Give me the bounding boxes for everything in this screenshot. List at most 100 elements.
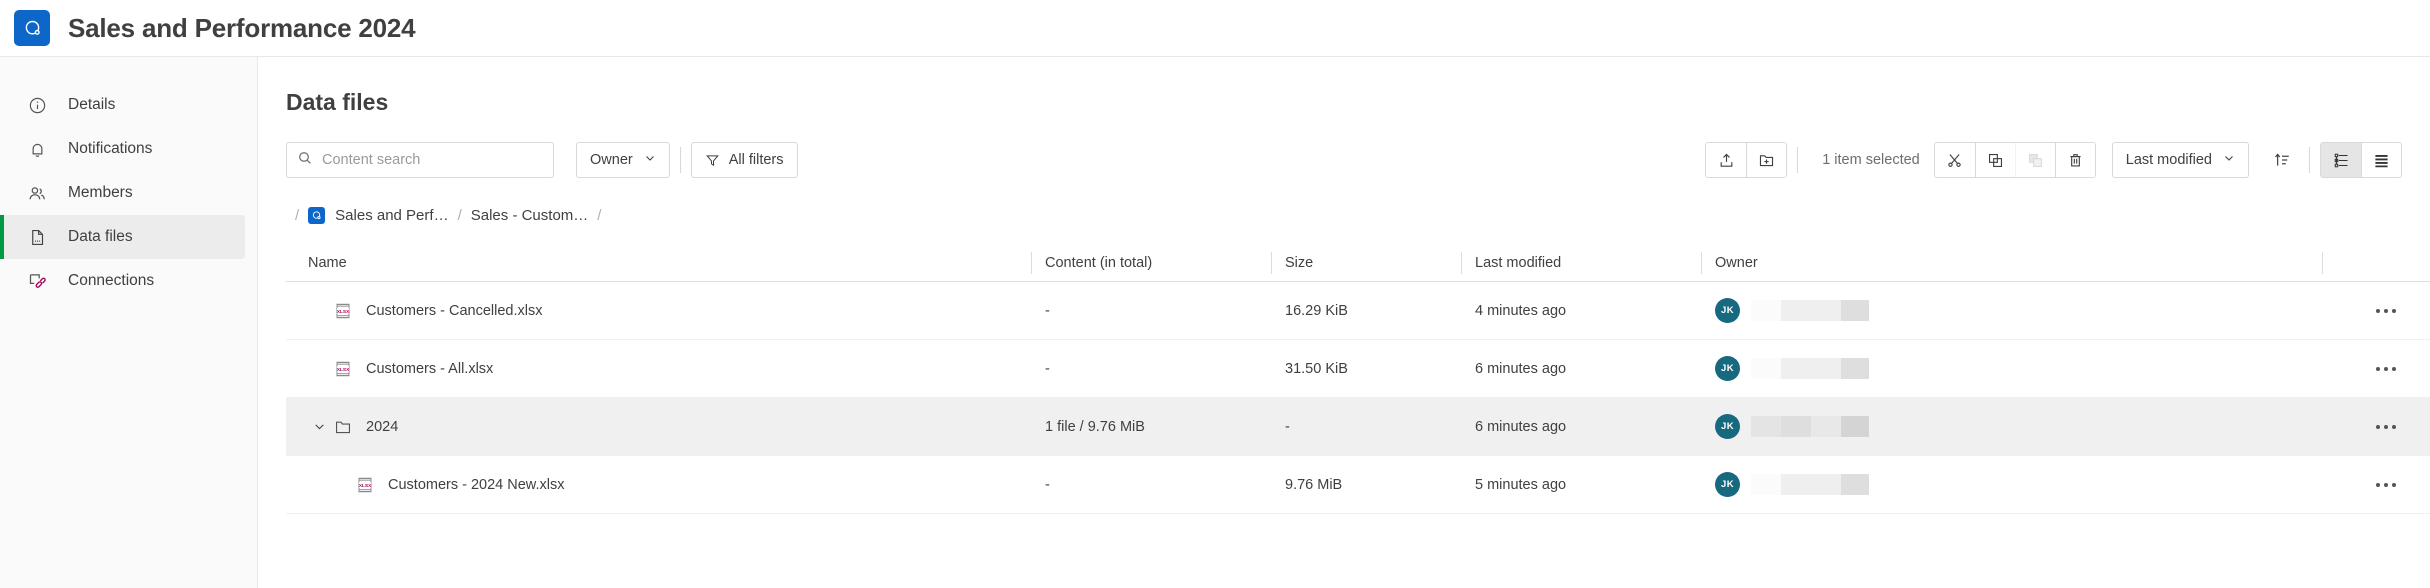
cell-owner: JK [1701, 298, 2322, 323]
cell-owner: JK [1701, 472, 2322, 497]
sidebar-item-label: Data files [68, 228, 133, 245]
cell-actions[interactable] [2322, 366, 2402, 371]
trash-icon[interactable] [2054, 143, 2095, 177]
breadcrumb-item-space[interactable]: Sales and Perf… [335, 207, 448, 224]
cell-size: 9.76 MiB [1285, 476, 1343, 493]
cell-size: - [1285, 418, 1290, 435]
column-header-actions [2322, 251, 2402, 274]
cell-content: - [1045, 476, 1050, 493]
avatar[interactable]: JK [1715, 472, 1740, 497]
breadcrumb-separator: / [457, 206, 462, 224]
sidebar-item-label: Connections [68, 272, 155, 289]
table-row[interactable]: XLSX Customers - All.xlsx - 31.50 KiB 6 … [286, 340, 2430, 398]
cell-name[interactable]: XLSX Customers - 2024 New.xlsx [286, 476, 1031, 494]
sidebar-item-connections[interactable]: Connections [0, 259, 245, 303]
cell-owner: JK [1701, 414, 2322, 439]
more-options-icon[interactable] [2336, 366, 2402, 371]
sidebar-item-details[interactable]: Details [0, 83, 245, 127]
cell-content: - [1045, 360, 1050, 377]
sidebar-item-notifications[interactable]: Notifications [0, 127, 245, 171]
column-header-content[interactable]: Content (in total) [1031, 251, 1271, 274]
svg-text:XLSX: XLSX [337, 308, 350, 314]
cell-last-modified: 6 minutes ago [1475, 418, 1567, 435]
cell-last-modified: 4 minutes ago [1475, 302, 1567, 319]
cell-actions[interactable] [2322, 482, 2402, 487]
people-icon [26, 182, 48, 204]
svg-text:XLSX: XLSX [359, 482, 372, 488]
section-title: Data files [286, 89, 389, 115]
cell-owner: JK [1701, 356, 2322, 381]
all-filters-label: All filters [728, 152, 784, 168]
paste-icon[interactable] [2014, 143, 2055, 177]
column-header-size[interactable]: Size [1271, 251, 1461, 274]
sort-field-button[interactable]: Last modified [2111, 142, 2249, 178]
avatar[interactable]: JK [1715, 298, 1740, 323]
funnel-icon [705, 153, 720, 168]
cell-name[interactable]: XLSX Customers - Cancelled.xlsx [286, 302, 1031, 320]
scissors-icon[interactable] [1934, 143, 1975, 177]
cell-last-modified: 6 minutes ago [1475, 360, 1567, 377]
owner-name-placeholder [1751, 358, 1869, 379]
avatar[interactable]: JK [1715, 414, 1740, 439]
cell-size: 16.29 KiB [1285, 302, 1348, 319]
chevron-down-icon[interactable] [308, 416, 330, 438]
folder-icon [334, 418, 352, 436]
cell-size: 31.50 KiB [1285, 360, 1348, 377]
column-header-last-modified[interactable]: Last modified [1461, 251, 1701, 274]
toolbar-divider-3 [2309, 147, 2310, 173]
table-row[interactable]: XLSX Customers - Cancelled.xlsx - 16.29 … [286, 282, 2430, 340]
tree-view-icon[interactable] [2321, 143, 2361, 177]
breadcrumb-separator: / [295, 206, 300, 224]
cell-actions[interactable] [2322, 308, 2402, 313]
main-content: Data files Owner [258, 57, 2430, 588]
upload-icon[interactable] [1706, 143, 1747, 177]
page-title: Sales and Performance 2024 [68, 12, 416, 43]
column-header-name[interactable]: Name [286, 252, 1031, 274]
view-toggle-group [2320, 142, 2402, 178]
file-name-label: Customers - 2024 New.xlsx [388, 476, 565, 493]
file-icon [26, 226, 48, 248]
top-bar: Sales and Performance 2024 [0, 0, 2430, 57]
info-circle-icon [26, 94, 48, 116]
bell-icon [26, 138, 48, 160]
xlsx-file-icon: XLSX [334, 360, 352, 378]
qlik-logo-icon[interactable] [14, 10, 50, 46]
create-actions-group [1705, 142, 1788, 178]
more-options-icon[interactable] [2336, 424, 2402, 429]
all-filters-button[interactable]: All filters [690, 142, 798, 178]
chevron-down-icon [2223, 152, 2235, 168]
folder-name-label: 2024 [366, 418, 399, 435]
connections-icon [26, 270, 48, 292]
file-name-label: Customers - All.xlsx [366, 360, 494, 377]
sidebar-item-data-files[interactable]: Data files [0, 215, 245, 259]
more-options-icon[interactable] [2336, 308, 2402, 313]
table-row[interactable]: XLSX Customers - 2024 New.xlsx - 9.76 Mi… [286, 456, 2430, 514]
toolbar-divider-2 [1797, 147, 1799, 173]
cell-actions[interactable] [2322, 424, 2402, 429]
clipboard-actions-group [1933, 142, 2096, 178]
sidebar-item-members[interactable]: Members [0, 171, 245, 215]
column-header-owner[interactable]: Owner [1701, 251, 2322, 274]
sidebar: Details Notifications Members Data files… [0, 57, 258, 588]
owner-name-placeholder [1751, 474, 1869, 495]
search-input-wrapper[interactable] [286, 142, 554, 178]
owner-name-placeholder [1751, 416, 1869, 437]
table-row[interactable]: 2024 1 file / 9.76 MiB - 6 minutes ago J… [286, 398, 2430, 456]
cell-name[interactable]: XLSX Customers - All.xlsx [286, 360, 1031, 378]
table-header-row: Name Content (in total) Size Last modifi… [286, 244, 2430, 282]
list-view-icon[interactable] [2361, 143, 2401, 177]
copy-icon[interactable] [1974, 143, 2015, 177]
owner-filter-button[interactable]: Owner [576, 142, 670, 178]
cell-name[interactable]: 2024 [286, 416, 1031, 438]
cell-content: 1 file / 9.76 MiB [1045, 418, 1145, 435]
avatar[interactable]: JK [1715, 356, 1740, 381]
breadcrumb: / Sales and Perf… / Sales - Custom… / [286, 200, 2430, 230]
search-input[interactable] [322, 152, 543, 168]
more-options-icon[interactable] [2336, 482, 2402, 487]
breadcrumb-space-icon [308, 206, 326, 224]
breadcrumb-item-folder[interactable]: Sales - Custom… [471, 207, 589, 224]
selection-count-label: 1 item selected [1822, 152, 1920, 168]
new-folder-icon[interactable] [1746, 143, 1787, 177]
sort-ascending-icon[interactable] [2265, 143, 2299, 177]
breadcrumb-separator: / [597, 206, 602, 224]
